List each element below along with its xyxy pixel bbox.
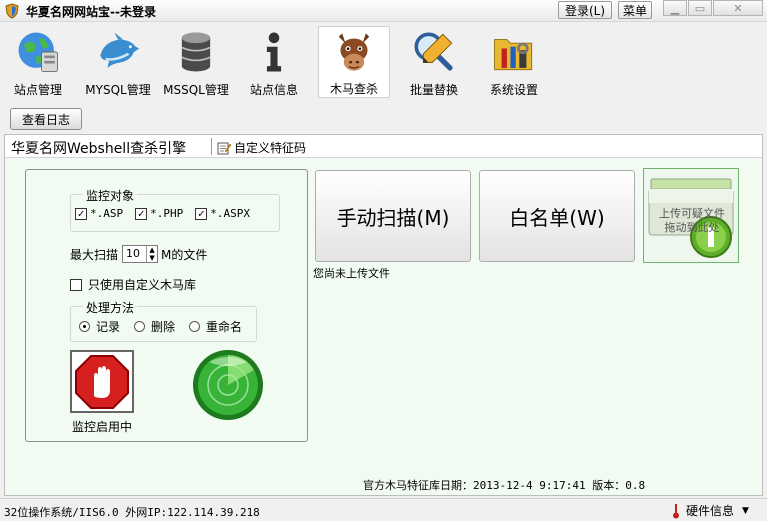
engine-title: 华夏名网Webshell查杀引擎 <box>11 141 187 157</box>
checkbox-label: *.ASPX <box>210 207 250 220</box>
checkbox-label: *.PHP <box>150 207 184 220</box>
radio-label: 重命名 <box>206 320 243 334</box>
radio-record[interactable]: 记录 <box>79 318 120 335</box>
login-button[interactable]: 登录(L) <box>558 1 612 19</box>
checkbox-box: ✓ <box>135 207 148 220</box>
checkbox-asp[interactable]: ✓ *.ASP <box>75 207 123 220</box>
max-scan-label: 最大扫描 <box>70 247 119 262</box>
status-bar: 32位操作系统/IIS6.0 外网IP:122.114.39.218 硬件信息 … <box>0 498 767 521</box>
tool-mssql-management[interactable]: MSSQL管理 <box>160 26 232 98</box>
header-divider <box>211 138 212 155</box>
hardware-info-dropdown[interactable]: 硬件信息 ▼ <box>672 502 749 519</box>
magnifier-pencil-icon <box>414 32 453 71</box>
thermometer-icon <box>673 503 679 518</box>
main-toolbar: 站点管理 MYSQL管理 MSSQL管理 站点信息 木马查杀 批量替换 系统设置 <box>0 22 767 100</box>
targets-title: 监控对象 <box>83 187 138 204</box>
radio-label: 删除 <box>151 320 176 334</box>
engine-header: 华夏名网Webshell查杀引擎 自定义特征码 <box>5 135 762 158</box>
handling-group: 处理方法 记录 删除 重命名 <box>70 299 257 342</box>
radio-dot <box>79 321 90 332</box>
max-scan-unit: M的文件 <box>161 247 208 262</box>
tool-label: 批量替换 <box>409 83 458 97</box>
tool-label: 站点信息 <box>249 83 298 97</box>
radio-label: 记录 <box>96 320 121 334</box>
tool-site-info[interactable]: 站点信息 <box>238 26 310 98</box>
custom-lib-label: 只使用自定义木马库 <box>88 278 197 292</box>
checkbox-box <box>70 278 82 291</box>
radio-rename[interactable]: 重命名 <box>189 318 242 335</box>
dolphin-icon <box>100 32 140 68</box>
tool-system-settings[interactable]: 系统设置 <box>478 26 550 98</box>
max-scan-value[interactable]: 10 <box>123 246 146 262</box>
upload-dropzone[interactable]: 上传可疑文件 拖动到此处 <box>643 168 739 263</box>
manual-scan-button[interactable]: 手动扫描(M) <box>315 170 471 262</box>
minimize-icon[interactable]: ▁ <box>663 0 687 16</box>
monitor-panel: 监控对象 ✓ *.ASP ✓ *.PHP ✓ *.ASPX 最大扫描 10 ▲ ▼ M… <box>25 169 308 442</box>
edit-note-icon <box>217 142 231 154</box>
radio-dot <box>134 321 146 332</box>
upload-line2: 拖动到此处 <box>664 221 720 234</box>
tool-label: MYSQL管理 <box>85 83 151 97</box>
spinner-down-icon[interactable]: ▼ <box>147 254 157 262</box>
globe-server-icon <box>18 32 58 72</box>
tools-folder-icon <box>494 39 533 71</box>
checkbox-aspx[interactable]: ✓ *.ASPX <box>195 207 250 220</box>
custom-signature-link[interactable]: 自定义特征码 <box>217 139 306 156</box>
max-scan-row: 最大扫描 10 ▲ ▼ M的文件 <box>70 245 207 263</box>
info-icon <box>266 32 282 72</box>
monitor-status-label: 监控启用中 <box>72 420 133 434</box>
stop-monitor-button[interactable] <box>70 350 134 413</box>
spinner-arrows[interactable]: ▲ ▼ <box>146 246 157 262</box>
upload-status: 您尚未上传文件 <box>313 267 390 280</box>
close-icon[interactable]: ✕ <box>713 0 763 16</box>
max-scan-spinner[interactable]: 10 ▲ ▼ <box>122 245 159 263</box>
tool-site-management[interactable]: 站点管理 <box>2 26 74 98</box>
scan-engine-panel: 华夏名网Webshell查杀引擎 自定义特征码 监控对象 ✓ *.ASP ✓ *.P… <box>4 134 763 496</box>
custom-lib-checkbox[interactable]: 只使用自定义木马库 <box>70 276 196 293</box>
tool-label: 木马查杀 <box>329 82 378 96</box>
checkbox-label: *.ASP <box>90 207 124 220</box>
tool-label: 站点管理 <box>13 83 62 97</box>
handling-title: 处理方法 <box>83 299 138 316</box>
trojan-horse-icon <box>338 33 370 71</box>
checkbox-box: ✓ <box>75 207 87 220</box>
view-log-button[interactable]: 查看日志 <box>10 108 82 130</box>
database-icon <box>181 32 211 72</box>
stop-hand-icon <box>75 354 129 409</box>
tool-trojan-scan[interactable]: 木马查杀 <box>318 26 390 98</box>
tool-mysql-management[interactable]: MYSQL管理 <box>82 26 154 98</box>
window-title: 华夏名网网站宝--未登录 <box>26 5 156 19</box>
radar-icon <box>193 350 263 420</box>
radio-delete[interactable]: 删除 <box>134 318 175 335</box>
checkbox-box: ✓ <box>195 207 208 220</box>
tool-label: MSSQL管理 <box>163 83 229 97</box>
maximize-icon[interactable]: ▭ <box>688 0 712 16</box>
hardware-info-label: 硬件信息 <box>686 504 735 518</box>
signature-date-info: 官方木马特征库日期：2013-12-4 9:17:41 版本：0.8 <box>363 479 646 492</box>
app-shield-icon <box>5 3 19 19</box>
tool-batch-replace[interactable]: 批量替换 <box>398 26 470 98</box>
custom-signature-label: 自定义特征码 <box>234 141 307 155</box>
menu-button[interactable]: 菜单 <box>618 1 652 19</box>
checkbox-php[interactable]: ✓ *.PHP <box>135 207 183 220</box>
radio-dot <box>189 321 201 332</box>
whitelist-button[interactable]: 白名单(W) <box>479 170 635 262</box>
title-bar: 华夏名网网站宝--未登录 登录(L) 菜单 ▁ ▭ ✕ <box>0 0 767 22</box>
targets-group: 监控对象 ✓ *.ASP ✓ *.PHP ✓ *.ASPX <box>70 187 280 232</box>
dropdown-arrow-icon: ▼ <box>742 505 749 516</box>
spinner-up-icon[interactable]: ▲ <box>147 246 157 254</box>
system-info: 32位操作系统/IIS6.0 外网IP:122.114.39.218 <box>4 506 260 519</box>
tool-label: 系统设置 <box>489 83 538 97</box>
